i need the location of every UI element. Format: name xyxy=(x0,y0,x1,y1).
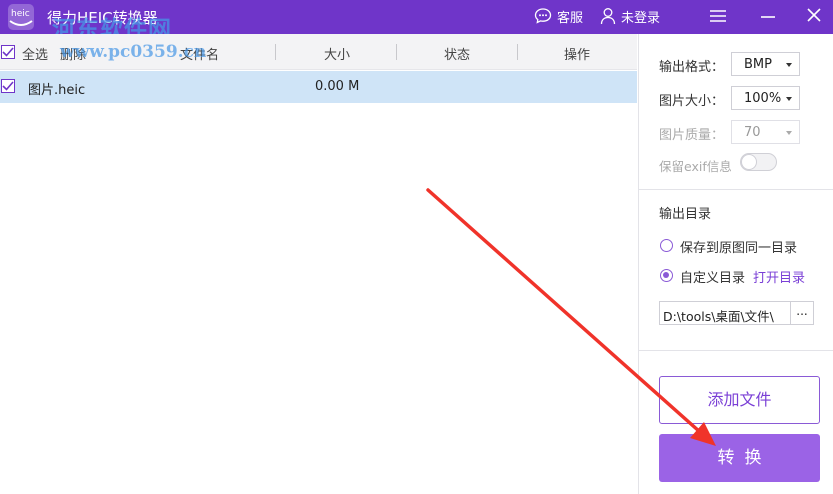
browse-button[interactable]: ... xyxy=(790,301,814,325)
row-checkbox[interactable] xyxy=(1,79,15,93)
keep-exif-label: 保留exif信息 xyxy=(659,159,732,174)
image-size-select[interactable]: 100% xyxy=(731,86,800,110)
output-dir-title: 输出目录 xyxy=(659,207,712,222)
image-size-label: 图片大小： xyxy=(659,94,725,109)
convert-button[interactable]: 转换 xyxy=(659,434,820,482)
chevron-down-icon xyxy=(786,131,792,135)
column-divider xyxy=(396,44,397,60)
section-divider xyxy=(639,189,833,190)
settings-panel: 输出格式： BMP 图片大小： 100% 图片质量： 70 保留exif信息 输… xyxy=(638,34,833,494)
login-label: 未登录 xyxy=(621,10,661,26)
image-quality-select[interactable]: 70 xyxy=(731,120,800,144)
checkmark-icon xyxy=(2,81,14,91)
column-header-size: 大小 xyxy=(324,48,351,63)
chevron-down-icon xyxy=(786,97,792,101)
column-header-filename: 文件名 xyxy=(180,48,220,63)
add-files-button[interactable]: 添加文件 xyxy=(659,376,820,424)
column-header-status: 状态 xyxy=(444,48,471,63)
radio-custom-dir[interactable] xyxy=(660,269,673,282)
chevron-down-icon xyxy=(786,63,792,67)
output-format-select[interactable]: BMP xyxy=(731,52,800,76)
close-icon[interactable] xyxy=(803,6,825,28)
output-path-field[interactable]: D:\tools\桌面\文件\ xyxy=(659,301,791,325)
toggle-knob xyxy=(741,154,757,170)
app-logo-icon: heic xyxy=(8,4,34,30)
login-button[interactable]: 未登录 xyxy=(600,5,660,27)
chat-bubble-icon xyxy=(534,8,552,24)
row-filename: 图片.heic xyxy=(28,83,86,98)
output-format-value: BMP xyxy=(744,57,772,72)
table-row[interactable]: 图片.heic 0.00 M xyxy=(0,71,637,103)
file-table-header: 全选 删除 文件名 大小 状态 操作 xyxy=(0,34,637,70)
user-icon xyxy=(600,8,616,25)
image-quality-label: 图片质量： xyxy=(659,128,725,143)
section-divider xyxy=(639,350,833,351)
image-quality-value: 70 xyxy=(744,125,761,140)
logo-text: heic xyxy=(11,9,30,19)
customer-service-label: 客服 xyxy=(557,10,584,26)
output-format-label: 输出格式： xyxy=(659,60,725,75)
column-divider xyxy=(517,44,518,60)
delete-button[interactable]: 删除 xyxy=(60,44,86,63)
select-all-label[interactable]: 全选 xyxy=(22,44,48,63)
app-title: 得力HEIC转换器 xyxy=(47,9,158,27)
open-dir-link[interactable]: 打开目录 xyxy=(753,267,805,286)
option-custom-dir-label[interactable]: 自定义目录 xyxy=(680,267,745,286)
title-bar: heic 得力HEIC转换器 河东软件网 客服 未登录 xyxy=(0,0,833,43)
column-divider xyxy=(275,44,276,60)
image-size-value: 100% xyxy=(744,91,782,106)
keep-exif-toggle[interactable] xyxy=(740,153,777,171)
checkmark-icon xyxy=(2,47,14,57)
minimize-icon[interactable] xyxy=(757,6,779,28)
radio-same-dir[interactable] xyxy=(660,239,673,252)
menu-icon[interactable] xyxy=(707,6,729,28)
option-same-dir-label[interactable]: 保存到原图同一目录 xyxy=(680,237,797,256)
customer-service-button[interactable]: 客服 xyxy=(534,5,583,27)
row-size: 0.00 M xyxy=(315,79,360,94)
select-all-checkbox[interactable] xyxy=(1,45,15,59)
column-header-action: 操作 xyxy=(564,48,591,63)
